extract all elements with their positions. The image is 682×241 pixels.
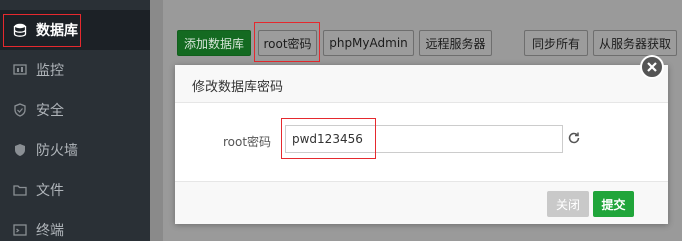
- monitor-icon: [13, 63, 27, 77]
- remote-server-button[interactable]: 远程服务器: [419, 30, 492, 56]
- firewall-icon: [13, 143, 27, 157]
- sidebar-item-label: 防火墙: [36, 143, 78, 159]
- sidebar-item-label: 监控: [36, 63, 64, 79]
- phpmyadmin-button[interactable]: phpMyAdmin: [323, 30, 414, 56]
- folder-icon: [13, 183, 27, 197]
- change-password-dialog: 修改数据库密码 root密码 关闭 提交: [175, 65, 668, 224]
- root-password-label: root密码: [223, 135, 272, 149]
- sidebar-item-terminal[interactable]: 终端: [0, 210, 150, 241]
- sidebar-item-label: 文件: [36, 183, 64, 199]
- sync-all-button[interactable]: 同步所有: [524, 30, 588, 56]
- dialog-title: 修改数据库密码: [192, 80, 284, 95]
- fetch-from-server-button[interactable]: 从服务器获取: [593, 30, 677, 56]
- shield-icon: [13, 103, 27, 117]
- refresh-icon[interactable]: [567, 131, 581, 145]
- sidebar-item-label: 数据库: [36, 23, 78, 39]
- dialog-footer: 关闭 提交: [175, 181, 668, 224]
- sidebar-item-database[interactable]: 数据库: [0, 10, 150, 50]
- database-icon: [13, 23, 27, 37]
- add-database-button[interactable]: 添加数据库: [177, 30, 251, 56]
- sidebar-item-label: 终端: [36, 223, 64, 239]
- sidebar-item-firewall[interactable]: 防火墙: [0, 130, 150, 170]
- sidebar: 数据库 监控 安全 防火墙 文件 终端: [0, 0, 150, 241]
- highlight-box: [254, 22, 320, 62]
- dialog-header: 修改数据库密码: [175, 65, 668, 103]
- sidebar-item-files[interactable]: 文件: [0, 170, 150, 210]
- submit-button[interactable]: 提交: [593, 191, 634, 217]
- close-icon[interactable]: [640, 55, 664, 79]
- sidebar-item-security[interactable]: 安全: [0, 90, 150, 130]
- sidebar-item-label: 安全: [36, 103, 64, 119]
- highlight-box: [281, 118, 376, 159]
- close-button[interactable]: 关闭: [547, 191, 589, 217]
- sidebar-item-monitor[interactable]: 监控: [0, 50, 150, 90]
- dialog-body: root密码: [175, 103, 668, 181]
- terminal-icon: [13, 223, 27, 237]
